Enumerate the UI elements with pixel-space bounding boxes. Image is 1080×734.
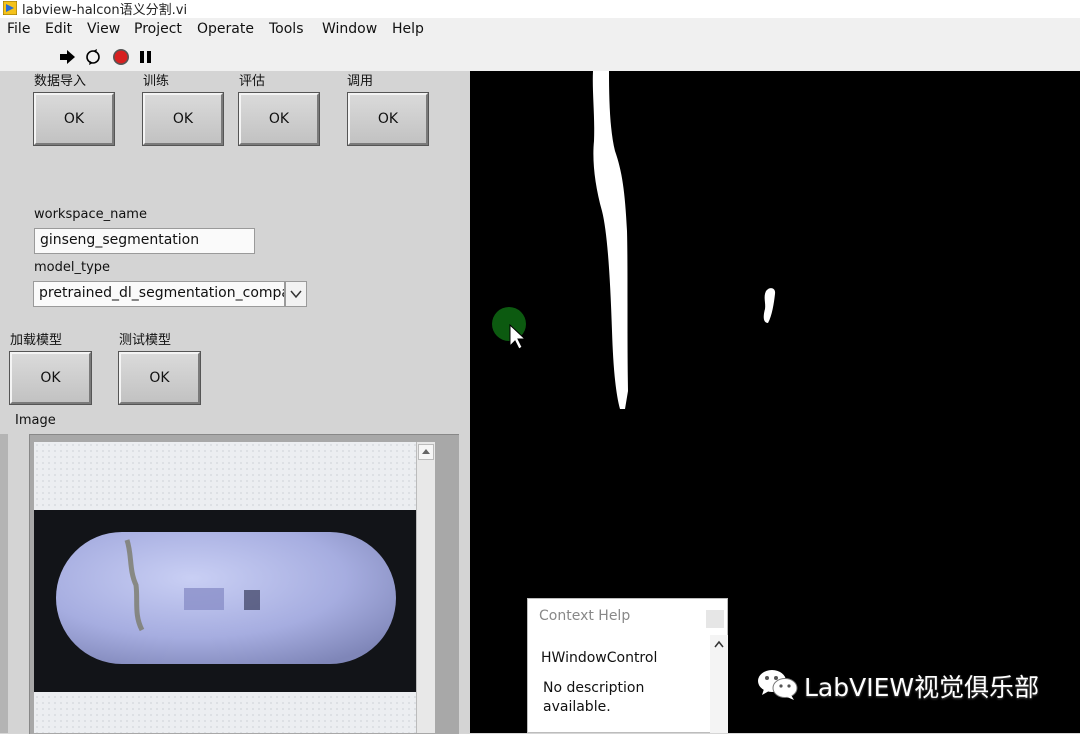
context-help-close-button[interactable] (706, 610, 724, 628)
load-model-button[interactable]: OK (9, 351, 92, 405)
test-model-button[interactable]: OK (118, 351, 201, 405)
title-bar: labview-halcon语义分割.vi (0, 0, 1080, 18)
menu-help[interactable]: Help (392, 21, 424, 37)
load-model-label: 加载模型 (10, 333, 63, 348)
evaluate-label: 评估 (239, 74, 266, 89)
evaluate-button[interactable]: OK (238, 92, 320, 146)
menu-edit[interactable]: Edit (45, 21, 72, 37)
model-type-select[interactable]: pretrained_dl_segmentation_compac (33, 281, 285, 307)
run-continuously-icon[interactable] (84, 48, 102, 66)
wechat-logo-icon (758, 670, 798, 700)
import-data-button[interactable]: OK (33, 92, 115, 146)
workspace-name-label: workspace_name (34, 207, 147, 222)
model-type-label: model_type (34, 260, 111, 275)
labview-vi-icon (3, 1, 17, 15)
import-data-label: 数据导入 (34, 74, 87, 89)
ginseng-image (34, 510, 416, 692)
context-help-scrollbar[interactable] (710, 635, 728, 733)
train-label: 训练 (143, 74, 170, 89)
watermark: LabVIEW视觉俱乐部 (756, 668, 1056, 702)
menu-tools[interactable]: Tools (269, 21, 304, 37)
scroll-up-icon[interactable] (713, 639, 725, 651)
chevron-down-icon[interactable] (285, 281, 307, 307)
invoke-label: 调用 (347, 74, 374, 89)
scroll-up-icon[interactable] (418, 444, 434, 460)
menu-operate[interactable]: Operate (197, 21, 254, 37)
pause-icon[interactable] (137, 48, 155, 66)
train-button[interactable]: OK (142, 92, 224, 146)
menu-window[interactable]: Window (322, 21, 377, 37)
image-display[interactable] (34, 442, 416, 733)
context-help-control-name: HWindowControl (541, 650, 658, 666)
invoke-button[interactable]: OK (347, 92, 429, 146)
image-scrollbar[interactable] (416, 442, 435, 733)
image-tool-palette[interactable] (0, 434, 8, 733)
menu-bar: File Edit View Project Operate Tools Win… (0, 18, 1080, 42)
menu-file[interactable]: File (7, 21, 30, 37)
menu-view[interactable]: View (87, 21, 120, 37)
image-label: Image (15, 413, 56, 428)
menu-project[interactable]: Project (134, 21, 182, 37)
run-arrow-icon[interactable] (58, 48, 76, 66)
context-help-window[interactable]: Context Help HWindowControl No descripti… (527, 598, 728, 733)
context-help-title: Context Help (539, 608, 631, 624)
context-help-description: No description available. (543, 680, 645, 715)
window-title: labview-halcon语义分割.vi (22, 3, 188, 18)
watermark-text: LabVIEW视觉俱乐部 (804, 673, 1040, 702)
workspace-name-field[interactable]: ginseng_segmentation (34, 228, 255, 254)
abort-icon[interactable] (112, 48, 130, 66)
test-model-label: 测试模型 (119, 333, 172, 348)
toolbar (0, 42, 1080, 72)
